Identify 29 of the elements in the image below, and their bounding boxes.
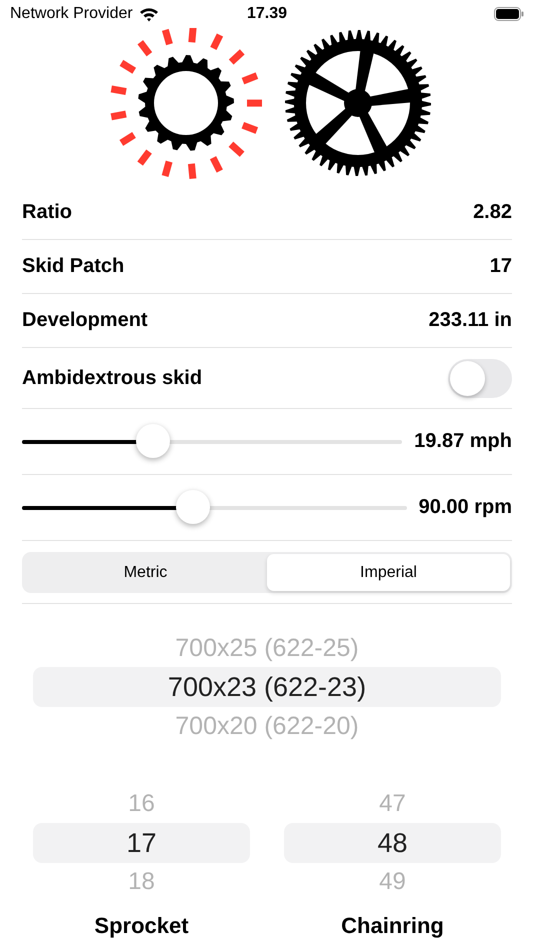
tire-size-option[interactable]: 700x23 (622-23) (33, 667, 501, 707)
slider-thumb[interactable] (136, 424, 170, 458)
stat-value: 17 (490, 255, 512, 278)
tire-size-option[interactable]: 700x25 (622-25) (33, 629, 501, 667)
toggle-switch[interactable] (448, 358, 512, 398)
teeth-option[interactable]: 16 (33, 785, 250, 823)
battery-icon (494, 7, 524, 21)
tire-size-option[interactable]: 700x20 (622-20) (33, 707, 501, 745)
slider-reading: 90.00 rpm (418, 496, 512, 519)
teeth-option[interactable]: 48 (284, 823, 501, 863)
segment-tab[interactable]: Imperial (267, 554, 510, 591)
stat-label: Skid Patch (22, 255, 124, 278)
carrier-name: Network Provider (10, 5, 133, 23)
teeth-option[interactable]: 18 (33, 863, 250, 901)
slider-reading: 19.87 mph (414, 430, 512, 453)
stat-value: 233.11 in (428, 309, 512, 332)
clock-time: 17.39 (247, 5, 288, 23)
teeth-option[interactable]: 49 (284, 863, 501, 901)
segment-tab[interactable]: Metric (24, 554, 267, 591)
wifi-icon (138, 6, 159, 22)
teeth-option[interactable]: 17 (33, 823, 250, 863)
stat-value: 2.82 (473, 201, 512, 224)
toggle-label: Ambidextrous skid (22, 366, 202, 390)
slider-thumb[interactable] (176, 490, 210, 524)
stat-label: Ratio (22, 201, 72, 224)
picker-label: Chainring (341, 913, 444, 939)
teeth-option[interactable]: 47 (284, 785, 501, 823)
stat-label: Development (22, 309, 148, 332)
picker-label: Sprocket (94, 913, 189, 939)
